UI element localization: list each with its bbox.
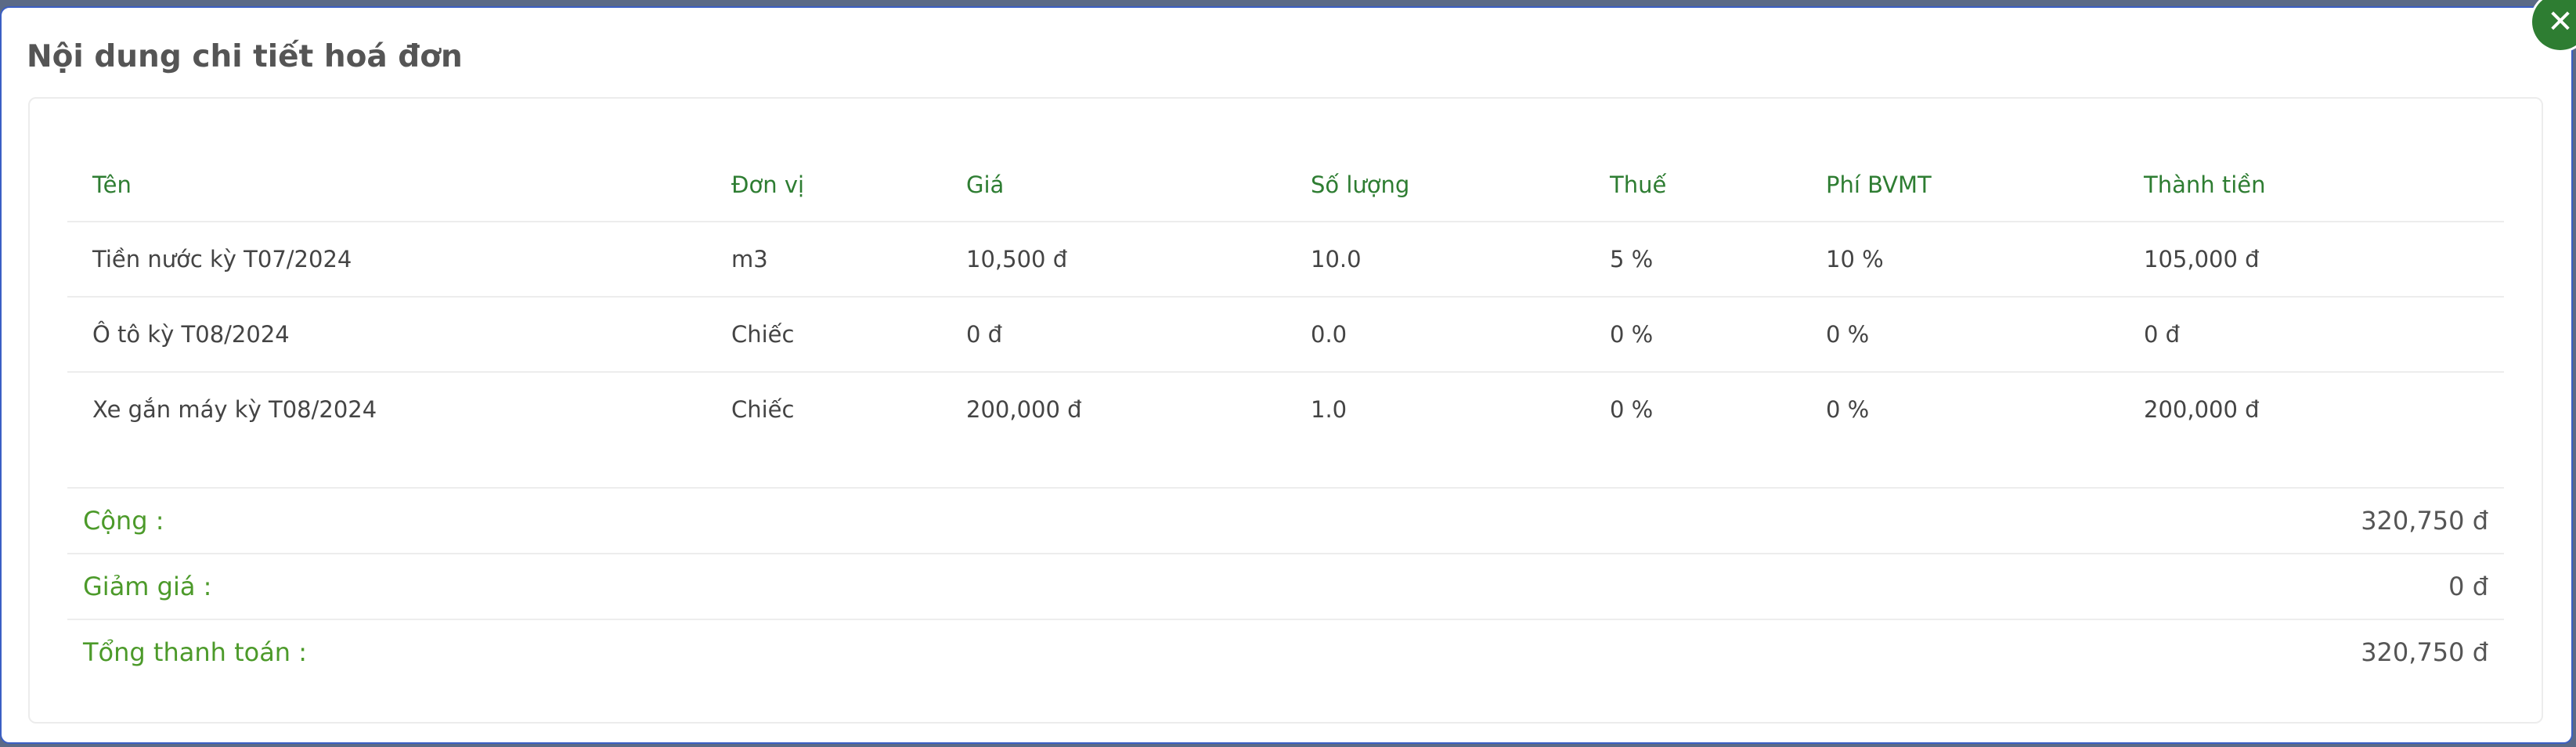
cell-name: Ô tô kỳ T08/2024: [67, 297, 706, 373]
cell-tax: 0 %: [1610, 396, 1654, 423]
table-row: Tiền nước kỳ T07/2024 m3 10,500 đ 10.0 5…: [67, 222, 2504, 298]
close-icon: ✕: [2547, 4, 2574, 40]
close-button[interactable]: ✕: [2532, 0, 2576, 50]
column-header-env-fee: Phí BVMT: [1801, 149, 2119, 222]
column-header-unit: Đơn vị: [706, 149, 941, 222]
cell-price: 0 đ: [941, 297, 1286, 373]
cell-env-fee: 10 %: [1801, 222, 2119, 298]
cell-env-fee: 0 %: [1801, 297, 2119, 373]
column-header-quantity: Số lượng: [1286, 149, 1585, 222]
subtotal-value: 320,750 đ: [2361, 506, 2488, 536]
subtotal-label: Cộng :: [83, 506, 164, 536]
cell-env-fee: 0 %: [1826, 396, 1870, 423]
discount-value: 0 đ: [2448, 572, 2488, 601]
cell-price: 200,000 đ: [966, 396, 1082, 423]
invoice-summary: Cộng : 320,750 đ Giảm giá : 0 đ Tổng tha…: [67, 487, 2504, 684]
cell-amount: 200,000 đ: [2144, 396, 2260, 423]
cell-tax: 0 %: [1585, 297, 1801, 373]
invoice-detail-table: Tên Đơn vị Giá Số lượng Thuế Phí BVMT Th…: [67, 149, 2504, 446]
cell-price: 10,500 đ: [941, 222, 1286, 298]
cell-unit: m3: [706, 222, 941, 298]
discount-label: Giảm giá :: [83, 572, 212, 601]
total-value: 320,750 đ: [2361, 637, 2488, 667]
table-header-row: Tên Đơn vị Giá Số lượng Thuế Phí BVMT Th…: [67, 149, 2504, 222]
column-header-name: Tên: [67, 149, 706, 222]
cell-name: Tiền nước kỳ T07/2024: [67, 222, 706, 298]
invoice-detail-modal: ✕ Nội dung chi tiết hoá đơn Tên Đơn vị G…: [0, 0, 2576, 744]
cell-unit: Chiếc: [731, 396, 795, 423]
cell-quantity: 10.0: [1286, 222, 1585, 298]
cell-amount: 0 đ: [2119, 297, 2504, 373]
total-label: Tổng thanh toán :: [83, 637, 308, 667]
cell-quantity: 1.0: [1311, 396, 1348, 423]
table-row: Xe gắn máy kỳ T08/2024 Chiếc 200,000 đ 1…: [67, 372, 2504, 446]
cell-amount: 105,000 đ: [2119, 222, 2504, 298]
column-header-amount: Thành tiền: [2119, 149, 2504, 222]
modal-title: Nội dung chi tiết hoá đơn: [27, 39, 463, 74]
invoice-content-card: Tên Đơn vị Giá Số lượng Thuế Phí BVMT Th…: [28, 97, 2543, 724]
column-header-tax: Thuế: [1585, 149, 1801, 222]
cell-unit: Chiếc: [706, 297, 941, 373]
summary-row-total: Tổng thanh toán : 320,750 đ: [67, 619, 2504, 684]
table-row: Ô tô kỳ T08/2024 Chiếc 0 đ 0.0 0 % 0 % 0…: [67, 297, 2504, 373]
column-header-price: Giá: [941, 149, 1286, 222]
cell-tax: 5 %: [1585, 222, 1801, 298]
summary-row-subtotal: Cộng : 320,750 đ: [67, 487, 2504, 553]
cell-quantity: 0.0: [1286, 297, 1585, 373]
summary-row-discount: Giảm giá : 0 đ: [67, 553, 2504, 619]
cell-name: Xe gắn máy kỳ T08/2024: [92, 396, 377, 423]
